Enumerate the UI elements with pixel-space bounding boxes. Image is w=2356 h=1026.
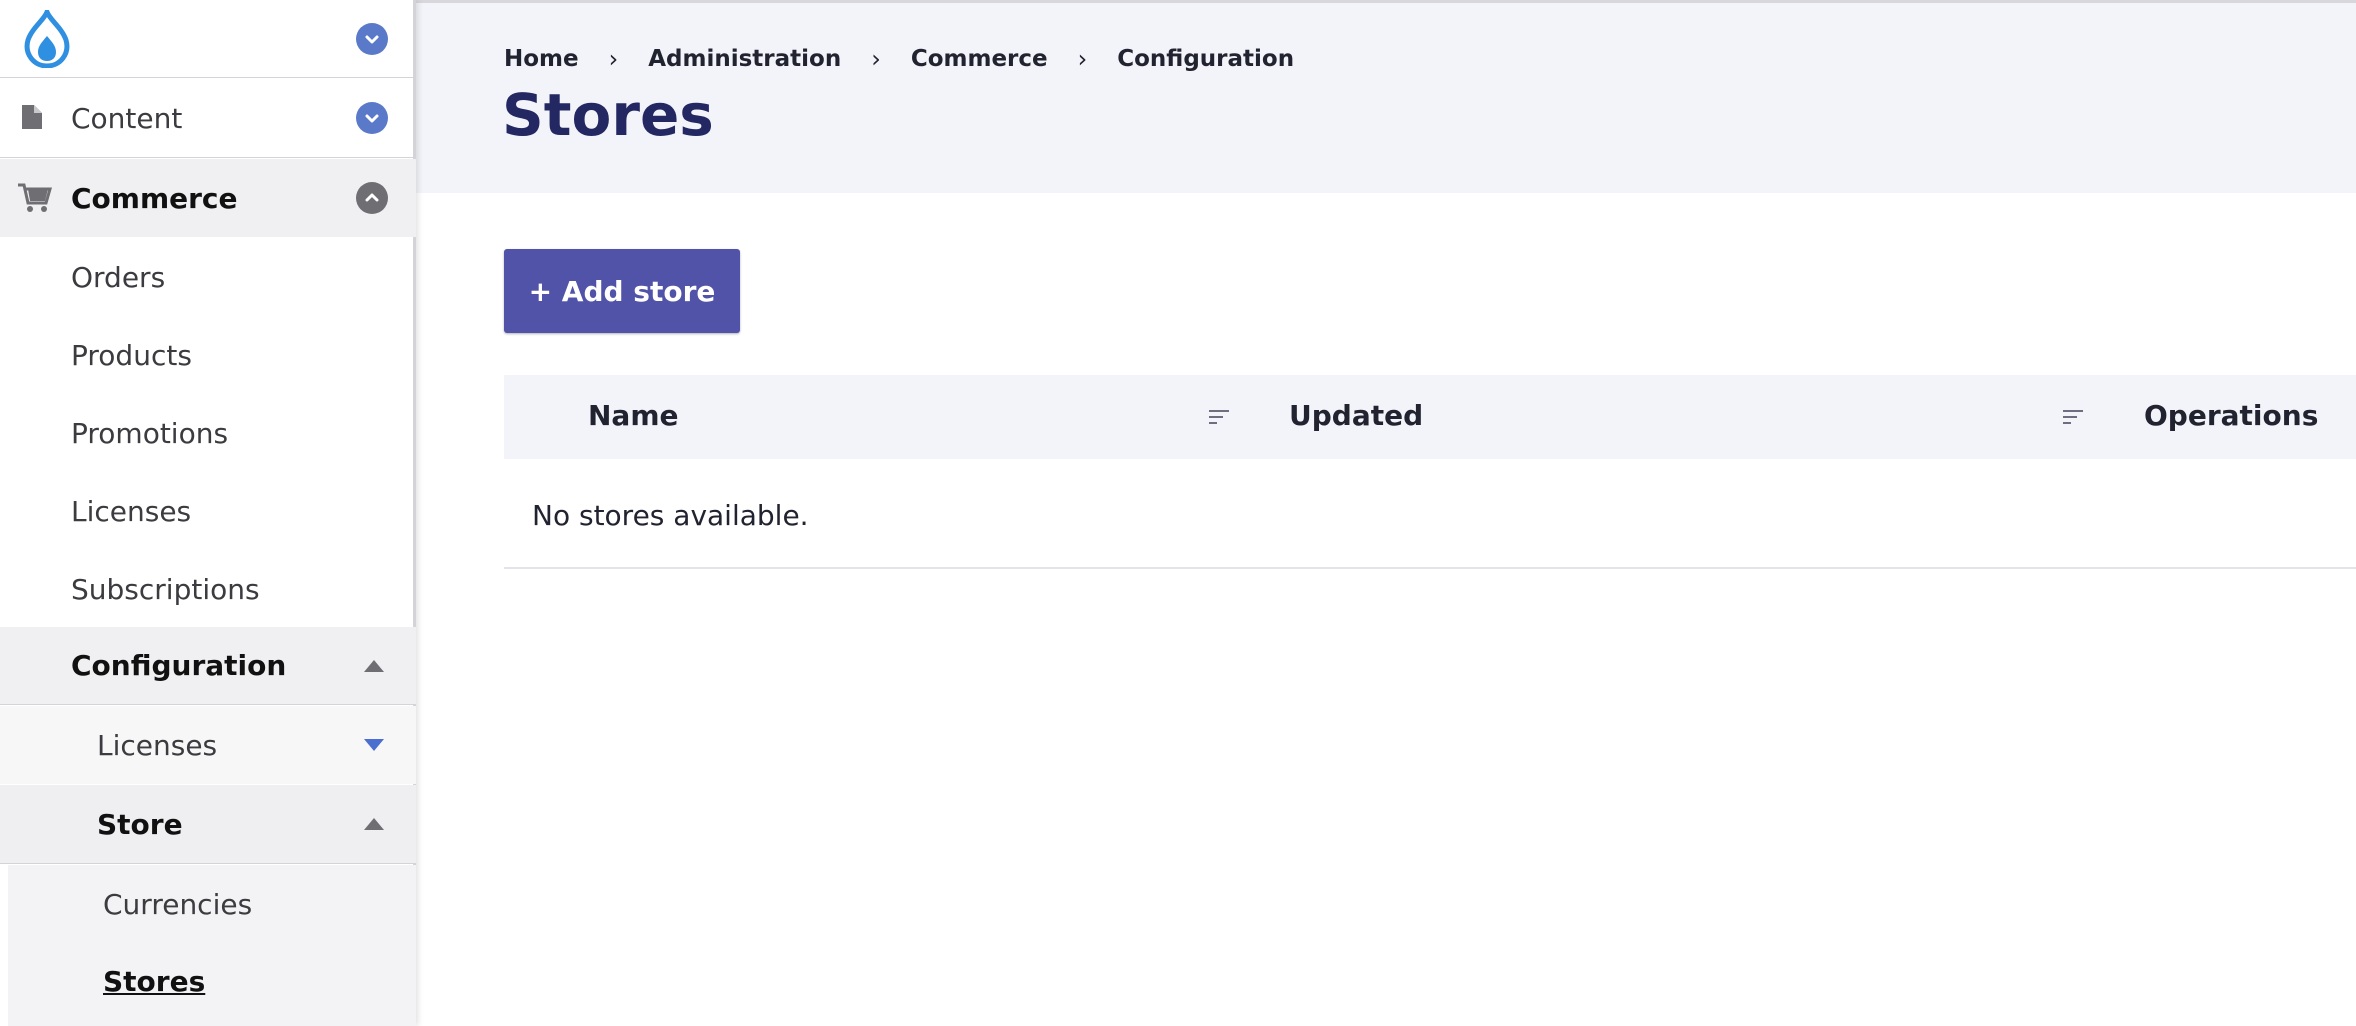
column-header-operations: Operations <box>2144 399 2319 432</box>
sidebar-item-label: Licenses <box>97 728 218 762</box>
sidebar-item-label: Store <box>97 807 183 841</box>
breadcrumb-link-commerce[interactable]: Commerce <box>911 46 1048 72</box>
sidebar-item-label: Licenses <box>71 494 192 528</box>
add-store-button[interactable]: + Add store <box>504 249 740 333</box>
sidebar-item-configuration[interactable]: Configuration <box>0 627 416 705</box>
sidebar-item-label: Currencies <box>103 887 253 921</box>
chevron-down-icon[interactable] <box>356 23 388 55</box>
sidebar-item-label: Subscriptions <box>71 572 260 606</box>
column-header-updated[interactable]: Updated <box>1289 399 1423 432</box>
cart-icon <box>18 183 52 212</box>
chevron-right-icon: › <box>1077 45 1088 73</box>
chevron-up-icon[interactable] <box>364 660 384 672</box>
sidebar-item-label: Content <box>71 101 183 135</box>
sidebar-item-label: Commerce <box>71 181 238 215</box>
sidebar-item-orders[interactable]: Orders <box>0 238 416 316</box>
sidebar-item-label: Stores <box>103 965 206 998</box>
sidebar-item-products[interactable]: Products <box>0 316 416 394</box>
sidebar-item-licenses[interactable]: Licenses <box>0 472 416 550</box>
sidebar-item-stores[interactable]: Stores <box>0 943 416 1026</box>
column-header-name[interactable]: Name <box>588 399 679 432</box>
drupal-logo-icon[interactable] <box>22 10 72 68</box>
breadcrumb: Home › Administration › Commerce › Confi… <box>504 45 1294 73</box>
chevron-up-icon[interactable] <box>356 182 388 214</box>
sidebar-item-config-licenses[interactable]: Licenses <box>0 706 416 784</box>
sidebar-logo-row <box>0 0 416 78</box>
sidebar-item-label: Configuration <box>71 649 287 682</box>
sidebar-item-commerce[interactable]: Commerce <box>0 159 416 237</box>
sidebar-item-subscriptions[interactable]: Subscriptions <box>0 550 416 628</box>
sidebar-item-promotions[interactable]: Promotions <box>0 394 416 472</box>
sidebar-item-label: Products <box>71 338 192 372</box>
table-header: Name Updated Operations <box>504 375 2356 459</box>
chevron-up-icon[interactable] <box>364 818 384 830</box>
sidebar-item-content[interactable]: Content <box>0 79 416 158</box>
sort-icon[interactable] <box>2062 408 2084 426</box>
chevron-down-icon[interactable] <box>356 102 388 134</box>
sort-icon[interactable] <box>1208 408 1230 426</box>
chevron-down-icon[interactable] <box>364 739 384 751</box>
breadcrumb-link-administration[interactable]: Administration <box>648 46 841 72</box>
page-title: Stores <box>502 81 714 149</box>
breadcrumb-link-configuration[interactable]: Configuration <box>1117 46 1294 72</box>
chevron-right-icon: › <box>608 45 619 73</box>
sidebar-item-store[interactable]: Store <box>0 785 416 864</box>
table-empty-row: No stores available. <box>504 459 2356 569</box>
sidebar-item-currencies[interactable]: Currencies <box>0 865 416 943</box>
page-header: Home › Administration › Commerce › Confi… <box>416 0 2356 193</box>
sidebar-item-label: Promotions <box>71 416 229 450</box>
admin-sidebar: Content Commerce Orders Products Promoti… <box>0 0 416 1026</box>
chevron-right-icon: › <box>871 45 881 73</box>
empty-message: No stores available. <box>532 499 809 532</box>
breadcrumb-link-home[interactable]: Home <box>504 46 579 72</box>
sidebar-item-label: Orders <box>71 260 166 294</box>
page-icon <box>22 105 42 129</box>
